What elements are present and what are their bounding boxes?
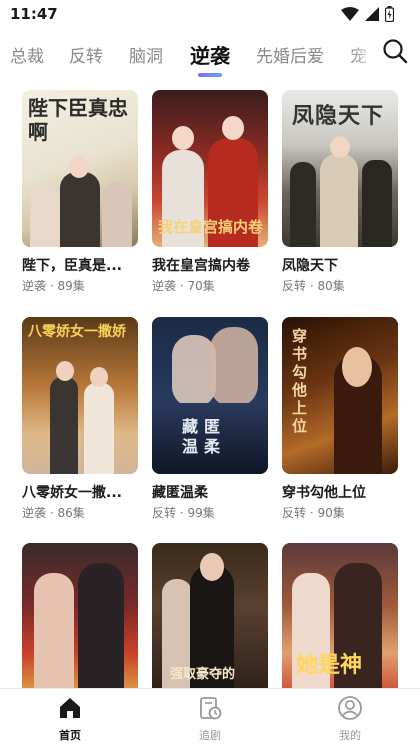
- nav-profile-label: 我的: [339, 729, 361, 742]
- drama-episodes: 70集: [187, 279, 215, 293]
- drama-episodes: 86集: [57, 506, 85, 520]
- poster-title-art: 强取豪夺的: [170, 667, 236, 682]
- drama-poster[interactable]: 八零娇女一撒娇: [22, 317, 138, 474]
- poster-title-art: 八零娇女一撒娇: [28, 324, 126, 340]
- drama-title: 凤隐天下: [282, 258, 338, 274]
- drama-poster[interactable]: 陛下臣真忠啊: [22, 90, 138, 247]
- category-tabs: 总裁 反转 脑洞 逆袭 先婚后爱 宠: [0, 36, 420, 80]
- tab-nixi[interactable]: 逆袭: [190, 40, 230, 69]
- tab-xianhunhouai[interactable]: 先婚后爱: [256, 42, 324, 67]
- signal-icon: [365, 7, 379, 21]
- drama-tag: 逆袭: [22, 506, 47, 520]
- drama-tag: 反转: [282, 279, 307, 293]
- nav-profile[interactable]: 我的: [315, 695, 385, 743]
- search-icon[interactable]: [382, 38, 408, 64]
- drama-meta: 逆袭 · 89集: [22, 279, 85, 293]
- drama-poster[interactable]: 穿书勾他上位: [282, 317, 398, 474]
- drama-tag: 反转: [152, 506, 177, 520]
- drama-episodes: 90集: [317, 506, 345, 520]
- drama-poster[interactable]: 我在皇宫搞内卷: [152, 90, 268, 247]
- tab-naodong[interactable]: 脑洞: [129, 42, 163, 67]
- battery-icon: [385, 6, 394, 22]
- nav-history-label: 追剧: [199, 729, 221, 742]
- poster-title-art: 藏匿温柔: [182, 417, 227, 456]
- drama-tag: 反转: [282, 506, 307, 520]
- history-icon: [200, 697, 222, 720]
- drama-tag: 逆袭: [152, 279, 177, 293]
- drama-poster[interactable]: 凤隐天下: [282, 90, 398, 247]
- status-icons: [341, 6, 394, 22]
- nav-home-label: 首页: [59, 729, 81, 742]
- drama-poster[interactable]: 强取豪夺的: [152, 543, 268, 700]
- drama-episodes: 99集: [187, 506, 215, 520]
- home-icon: [60, 698, 80, 718]
- drama-poster[interactable]: 她是神: [282, 543, 398, 700]
- drama-title: 八零娇女一撒...: [22, 485, 122, 501]
- active-tab-indicator: [198, 73, 222, 77]
- profile-icon: [338, 696, 362, 720]
- tabs-fade: [350, 36, 380, 80]
- drama-episodes: 80集: [317, 279, 345, 293]
- drama-title: 穿书勾他上位: [282, 485, 366, 501]
- bottom-nav: 首页 追剧 我的: [0, 688, 420, 747]
- drama-meta: 逆袭 · 70集: [152, 279, 215, 293]
- drama-episodes: 89集: [57, 279, 85, 293]
- drama-meta: 逆袭 · 86集: [22, 506, 85, 520]
- poster-title-art: 凤隐天下: [292, 103, 385, 129]
- tab-fanzhuan[interactable]: 反转: [69, 42, 103, 67]
- drama-title: 陛下，臣真是...: [22, 258, 122, 274]
- poster-title-art: 穿书勾他上位: [292, 327, 308, 435]
- drama-meta: 反转 · 99集: [152, 506, 215, 520]
- nav-home[interactable]: 首页: [35, 695, 105, 743]
- drama-meta: 反转 · 80集: [282, 279, 345, 293]
- status-bar: 11:47: [0, 0, 420, 30]
- drama-meta: 反转 · 90集: [282, 506, 345, 520]
- status-time: 11:47: [10, 5, 58, 23]
- drama-tag: 逆袭: [22, 279, 47, 293]
- drama-title: 我在皇宫搞内卷: [152, 258, 250, 274]
- poster-title-art: 陛下臣真忠啊: [28, 96, 128, 144]
- poster-title-art: 我在皇宫搞内卷: [158, 218, 264, 236]
- drama-poster[interactable]: 藏匿温柔: [152, 317, 268, 474]
- tab-zongcai[interactable]: 总裁: [10, 42, 44, 67]
- wifi-icon: [341, 7, 359, 21]
- drama-poster[interactable]: [22, 543, 138, 700]
- nav-history[interactable]: 追剧: [175, 695, 245, 743]
- poster-title-art: 她是神: [296, 652, 363, 678]
- drama-title: 藏匿温柔: [152, 485, 208, 501]
